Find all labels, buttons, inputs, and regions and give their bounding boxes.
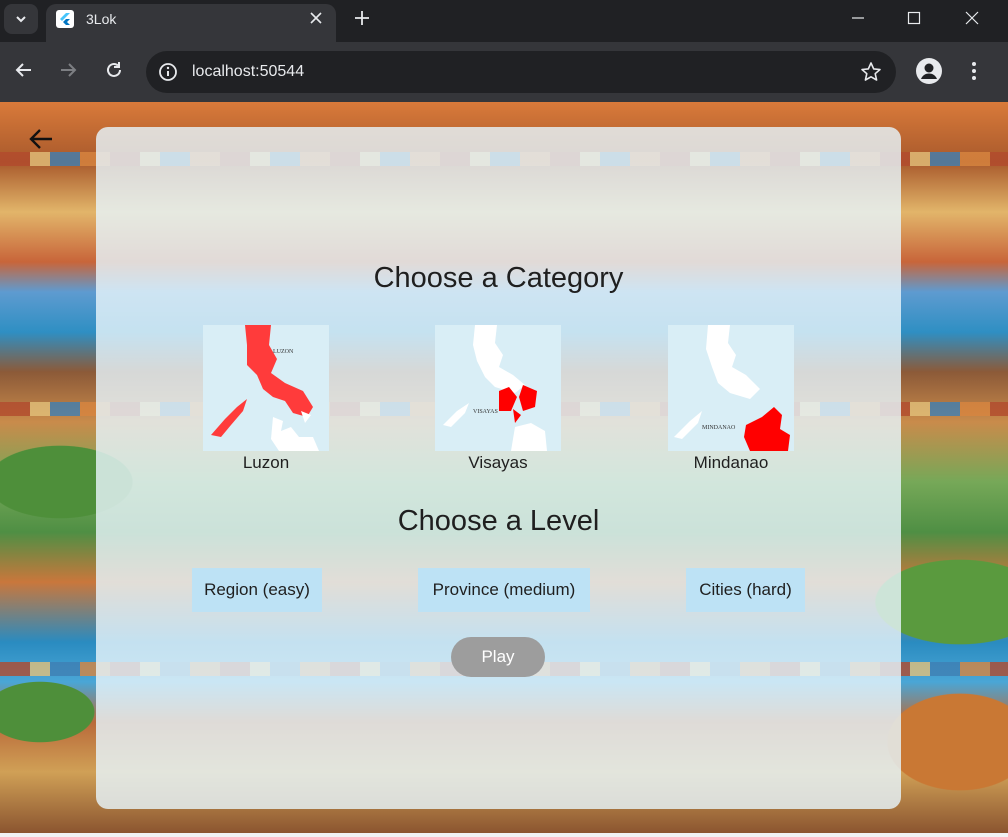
category-label: Visayas: [468, 453, 528, 472]
back-arrow-icon: [15, 63, 31, 77]
app-back-button[interactable]: [26, 124, 56, 154]
category-heading: Choose a Category: [373, 262, 624, 294]
luzon-map-label: LUZON: [273, 349, 294, 355]
browser-tab[interactable]: 3Lok: [46, 4, 336, 42]
reload-button[interactable]: [100, 56, 128, 84]
tab-search-button[interactable]: [4, 4, 38, 34]
browser-toolbar: localhost:50544: [0, 42, 1008, 102]
category-label: Mindanao: [693, 453, 769, 472]
minimize-icon: [852, 17, 864, 19]
level-province-button[interactable]: Province (medium): [418, 568, 590, 612]
menu-dots-icon[interactable]: [962, 58, 986, 84]
window-close-button[interactable]: [944, 0, 1000, 36]
address-bar[interactable]: localhost:50544: [146, 51, 896, 93]
flutter-logo-icon: [56, 10, 74, 28]
reload-icon: [107, 62, 121, 77]
play-button[interactable]: Play: [451, 637, 545, 677]
tab-search-icon: [16, 16, 26, 23]
visayas-map-label: VISAYAS: [473, 409, 498, 415]
site-info-icon[interactable]: [158, 62, 178, 82]
tab-title: 3Lok: [86, 11, 117, 27]
forward-button[interactable]: [54, 56, 82, 84]
maximize-icon: [907, 11, 921, 25]
level-region-button[interactable]: Region (easy): [192, 568, 322, 612]
plus-icon: [355, 11, 369, 25]
tab-close-button[interactable]: [306, 8, 326, 28]
profile-icon[interactable]: [916, 58, 942, 84]
selection-panel: Choose a Category LUZON Luzon VISAYAS Vi…: [96, 127, 901, 809]
back-button[interactable]: [10, 56, 38, 84]
maximize-button[interactable]: [886, 0, 942, 36]
browser-titlebar: 3Lok: [0, 0, 1008, 42]
close-icon: [310, 12, 322, 24]
mindanao-map-label: MINDANAO: [702, 425, 736, 431]
level-cities-button[interactable]: Cities (hard): [686, 568, 805, 612]
arrow-left-icon: [29, 129, 52, 149]
app-viewport: Choose a Category LUZON Luzon VISAYAS Vi…: [0, 102, 1008, 833]
window-bottom-edge: [0, 833, 1008, 837]
visayas-map-image[interactable]: VISAYAS: [435, 325, 561, 451]
minimize-button[interactable]: [830, 0, 886, 36]
mindanao-map-image[interactable]: MINDANAO: [668, 325, 794, 451]
url-text[interactable]: localhost:50544: [192, 63, 304, 81]
forward-arrow-icon: [61, 63, 77, 77]
category-label: Luzon: [242, 453, 290, 472]
window-close-icon: [965, 11, 979, 25]
luzon-map-image[interactable]: LUZON: [203, 325, 329, 451]
level-heading: Choose a Level: [397, 505, 600, 537]
new-tab-button[interactable]: [350, 6, 374, 30]
bookmark-star-icon[interactable]: [860, 61, 882, 83]
